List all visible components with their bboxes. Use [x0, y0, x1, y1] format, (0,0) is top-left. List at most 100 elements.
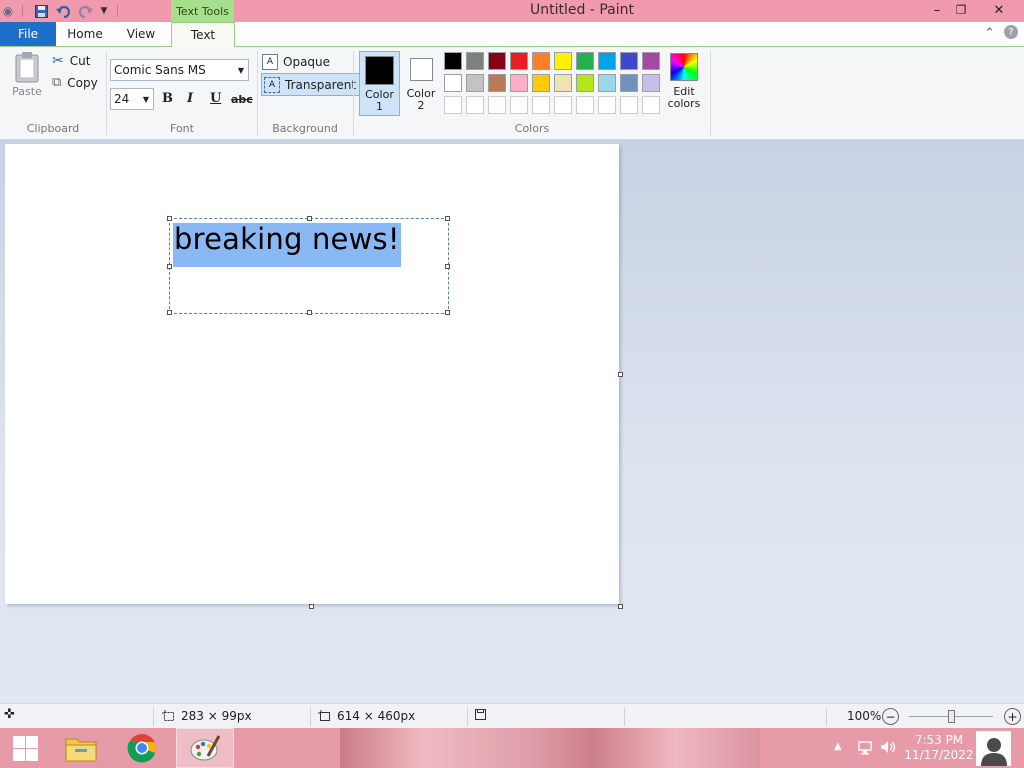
paint-app-icon[interactable]: ◉	[0, 3, 16, 19]
italic-button[interactable]: I	[187, 91, 193, 106]
palette-swatch[interactable]	[554, 52, 572, 70]
resize-handle[interactable]	[167, 216, 172, 221]
file-explorer-button[interactable]	[56, 728, 106, 768]
palette-swatch[interactable]	[466, 96, 484, 114]
resize-handle[interactable]	[445, 216, 450, 221]
resize-handle[interactable]	[167, 264, 172, 269]
palette-swatch[interactable]	[444, 96, 462, 114]
zoom-out-button[interactable]: −	[882, 708, 899, 725]
clock-date: 11/17/2022	[904, 748, 974, 762]
help-icon[interactable]: ?	[1004, 25, 1018, 39]
resize-handle[interactable]	[307, 216, 312, 221]
customize-quick-access-icon[interactable]: ▼	[96, 3, 112, 19]
taskbar-clock[interactable]: 7:53 PM 11/17/2022	[904, 733, 974, 763]
paste-button[interactable]: Paste	[8, 51, 46, 107]
bold-button[interactable]: B	[162, 91, 173, 106]
palette-swatch[interactable]	[488, 74, 506, 92]
palette-swatch[interactable]	[554, 74, 572, 92]
tab-text[interactable]: Text	[171, 22, 235, 47]
undo-icon[interactable]	[55, 3, 71, 19]
palette-swatch[interactable]	[554, 96, 572, 114]
zoom-slider[interactable]	[909, 710, 993, 723]
tab-file[interactable]: File	[0, 22, 56, 46]
resize-handle[interactable]	[445, 310, 450, 315]
minimize-ribbon-icon[interactable]: ⌃	[984, 26, 995, 41]
cut-button[interactable]: ✂ Cut	[52, 53, 90, 69]
status-divider	[153, 707, 154, 726]
redo-icon[interactable]	[77, 3, 93, 19]
opaque-label: Opaque	[283, 55, 331, 69]
palette-swatch[interactable]	[598, 52, 616, 70]
text-box[interactable]: breaking news!	[167, 216, 450, 315]
font-size-select[interactable]: 24 ▼	[110, 88, 154, 110]
chrome-button[interactable]	[117, 728, 167, 768]
palette-swatch[interactable]	[488, 96, 506, 114]
canvas-resize-handle[interactable]	[618, 372, 623, 377]
strikethrough-button[interactable]: abc	[231, 93, 253, 106]
show-hidden-icons-button[interactable]: ▲	[834, 741, 842, 752]
palette-swatch[interactable]	[532, 96, 550, 114]
transparent-button[interactable]: A Transparent	[261, 73, 362, 96]
tab-home[interactable]: Home	[58, 22, 112, 46]
palette-swatch[interactable]	[620, 74, 638, 92]
copy-button[interactable]: ⧉ Copy	[52, 75, 98, 90]
edit-colors-label-2: colors	[667, 97, 701, 110]
volume-icon[interactable]	[880, 739, 896, 758]
canvas-resize-handle[interactable]	[618, 604, 623, 609]
palette-swatch[interactable]	[576, 74, 594, 92]
palette-swatch[interactable]	[488, 52, 506, 70]
palette-swatch[interactable]	[510, 96, 528, 114]
close-button[interactable]: ✕	[982, 0, 1016, 20]
restore-button[interactable]: ❐	[946, 0, 976, 20]
paint-taskbar-button[interactable]	[176, 728, 234, 768]
drawing-workspace: breaking news!	[0, 139, 1024, 703]
color2-button[interactable]: Color 2	[403, 51, 439, 116]
text-box-content[interactable]: breaking news!	[174, 222, 400, 256]
palette-swatch[interactable]	[642, 74, 660, 92]
qa-divider	[22, 5, 23, 17]
opaque-button[interactable]: A Opaque	[262, 52, 330, 72]
color1-button[interactable]: Color 1	[359, 51, 400, 116]
start-button[interactable]	[0, 728, 50, 768]
palette-swatch[interactable]	[532, 74, 550, 92]
status-bar: ✜ 283 × 99px 614 × 460px 100% − +	[0, 703, 1024, 729]
palette-swatch[interactable]	[466, 52, 484, 70]
resize-handle[interactable]	[167, 310, 172, 315]
tab-view[interactable]: View	[114, 22, 168, 46]
resize-handle[interactable]	[445, 264, 450, 269]
drawing-canvas[interactable]: breaking news!	[5, 144, 619, 604]
palette-swatch[interactable]	[444, 74, 462, 92]
palette-swatch[interactable]	[444, 52, 462, 70]
ribbon-tab-bar: File Home View Text ⌃ ?	[0, 22, 1024, 47]
zoom-slider-thumb[interactable]	[948, 710, 955, 723]
underline-button[interactable]: U	[210, 91, 221, 106]
paste-label: Paste	[12, 85, 42, 98]
save-icon[interactable]	[33, 3, 49, 19]
palette-swatch[interactable]	[576, 52, 594, 70]
transparent-icon: A	[264, 76, 280, 93]
palette-swatch[interactable]	[466, 74, 484, 92]
resize-handle[interactable]	[307, 310, 312, 315]
taskbar: ▲ 7:53 PM 11/17/2022	[0, 728, 1024, 768]
edit-colors-button[interactable]: Edit colors	[666, 53, 702, 117]
palette-swatch[interactable]	[620, 52, 638, 70]
transparent-label: Transparent	[285, 77, 357, 92]
font-family-select[interactable]: Comic Sans MS ▼	[110, 59, 249, 81]
palette-swatch[interactable]	[642, 96, 660, 114]
palette-swatch[interactable]	[598, 96, 616, 114]
network-icon[interactable]	[857, 739, 873, 758]
zoom-in-button[interactable]: +	[1004, 708, 1021, 725]
window-title: Untitled - Paint	[530, 2, 634, 18]
palette-swatch[interactable]	[642, 52, 660, 70]
palette-swatch[interactable]	[510, 52, 528, 70]
palette-swatch[interactable]	[532, 52, 550, 70]
canvas-resize-handle[interactable]	[309, 604, 314, 609]
palette-swatch[interactable]	[576, 96, 594, 114]
selection-size: 283 × 99px	[162, 709, 252, 723]
palette-swatch[interactable]	[598, 74, 616, 92]
color-palette	[444, 52, 664, 118]
zoom-level: 100%	[847, 709, 882, 723]
palette-swatch[interactable]	[510, 74, 528, 92]
palette-swatch[interactable]	[620, 96, 638, 114]
user-avatar[interactable]	[976, 731, 1011, 766]
